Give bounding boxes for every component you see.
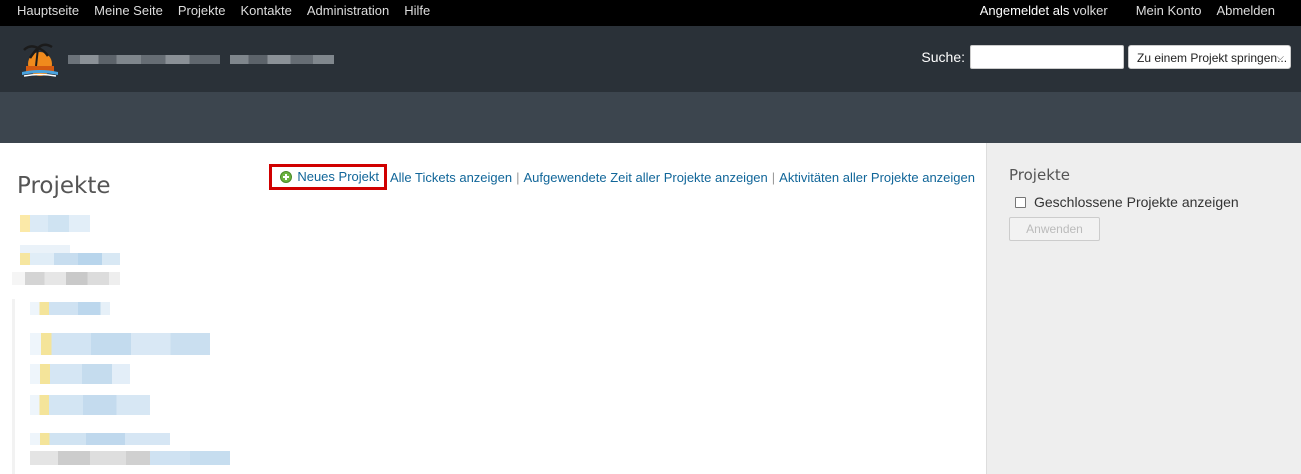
top-menu-right: Angemeldet als volker Mein Konto Abmelde… [980,3,1275,18]
top-menu-item-projekte[interactable]: Projekte [178,3,226,18]
redacted-project-item[interactable] [20,215,90,232]
sidebar: Projekte Geschlossene Projekte anzeigen … [986,143,1301,474]
closed-projects-checkbox[interactable] [1015,196,1026,208]
quick-search: Suche: Zu einem Projekt springen... ⌵ [921,45,1291,69]
activity-link[interactable]: Aktivitäten aller Projekte anzeigen [779,170,975,185]
redacted-project-item[interactable] [30,395,150,415]
top-menu-item-meine-seite[interactable]: Meine Seite [94,3,163,18]
redacted-project-description [12,272,120,285]
top-menu-left: Hauptseite Meine Seite Projekte Kontakte… [17,3,430,18]
all-tickets-link[interactable]: Alle Tickets anzeigen [390,170,512,185]
logged-user-link[interactable]: volker [1073,3,1108,18]
redacted-project-item[interactable] [30,364,130,384]
logged-as-label: Angemeldet als [979,3,1070,18]
contextual-links: Neues Projekt Alle Tickets anzeigen | Au… [269,164,975,190]
chevron-down-icon: ⌵ [1276,52,1284,63]
add-icon [280,170,293,183]
closed-projects-option[interactable]: Geschlossene Projekte anzeigen [1015,194,1239,210]
logged-as: Angemeldet als volker [980,3,1108,18]
palm-sunset-logo-icon[interactable] [16,38,64,80]
redacted-project-item[interactable] [20,245,70,253]
closed-projects-label: Geschlossene Projekte anzeigen [1034,194,1239,210]
header: Suche: Zu einem Projekt springen... ⌵ [0,26,1301,92]
redacted-project-item[interactable] [30,302,110,315]
redacted-project-item[interactable] [20,253,120,265]
top-menu-item-hauptseite[interactable]: Hauptseite [17,3,79,18]
account-menu: Mein Konto Abmelden [1136,3,1275,18]
redacted-project-item[interactable] [30,433,170,445]
top-menu-item-kontakte[interactable]: Kontakte [241,3,292,18]
search-label: Suche: [921,49,965,65]
tree-line [12,299,15,474]
redacted-title-part [68,55,220,64]
page-title: Projekte [17,173,111,199]
new-project-label: Neues Projekt [297,169,379,184]
separator: | [771,169,776,185]
redacted-title-part [230,55,334,64]
top-menu-item-hilfe[interactable]: Hilfe [404,3,430,18]
redacted-project-description [30,451,230,465]
separator: | [516,169,520,185]
logout-link[interactable]: Abmelden [1216,3,1275,18]
redacted-project-item[interactable] [30,333,210,355]
spent-time-link[interactable]: Aufgewendete Zeit aller Projekte anzeige… [524,170,768,185]
top-menu: Hauptseite Meine Seite Projekte Kontakte… [0,0,1301,26]
search-input[interactable] [970,45,1124,69]
project-jump-value: Zu einem Projekt springen... [1137,51,1288,65]
main-menu [0,92,1301,143]
sidebar-title: Projekte [1009,166,1070,184]
project-jump-select[interactable]: Zu einem Projekt springen... ⌵ [1128,45,1291,69]
content: Projekte Neues Projekt Alle Tickets anze… [0,143,986,474]
site-title-redacted [68,55,334,64]
top-menu-item-administration[interactable]: Administration [307,3,389,18]
apply-button[interactable]: Anwenden [1009,217,1100,241]
my-account-link[interactable]: Mein Konto [1136,3,1202,18]
new-project-link[interactable]: Neues Projekt [269,164,387,190]
